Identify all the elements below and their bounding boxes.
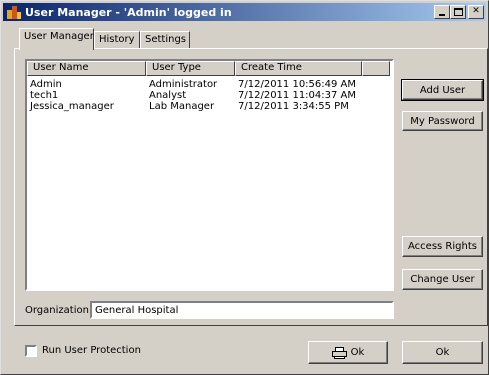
column-create-time[interactable]: Create Time (235, 61, 362, 76)
window-title: User Manager - 'Admin' logged in (25, 5, 232, 19)
print-ok-button[interactable]: Ok (308, 341, 388, 364)
cell-create-time: 7/12/2011 10:56:49 AM (238, 79, 357, 90)
organization-label: Organization: (25, 305, 93, 316)
close-button[interactable]: ✕ (468, 5, 484, 19)
close-icon: ✕ (472, 6, 480, 16)
user-manager-window: User Manager - 'Admin' logged in ✕ User … (0, 0, 489, 375)
organization-input[interactable] (90, 301, 394, 319)
title-bar[interactable]: User Manager - 'Admin' logged in ✕ (3, 3, 486, 21)
cell-user-type: Administrator (149, 79, 218, 90)
minimize-button[interactable] (434, 5, 450, 19)
printer-icon (331, 346, 347, 359)
access-rights-button[interactable]: Access Rights (402, 236, 483, 257)
cell-user-type: Lab Manager (149, 101, 215, 112)
maximize-button[interactable] (450, 5, 466, 19)
tab-history[interactable]: History (94, 31, 140, 49)
add-user-button[interactable]: Add User (401, 79, 484, 101)
my-password-button[interactable]: My Password (402, 111, 483, 131)
cell-user-name: Admin (30, 79, 62, 90)
tab-user-manager[interactable]: User Manager (19, 28, 94, 50)
app-bar-icon (6, 4, 22, 20)
cell-user-name: tech1 (30, 90, 59, 101)
ok-button[interactable]: Ok (402, 341, 483, 364)
maximize-icon (454, 8, 463, 16)
run-user-protection-checkbox[interactable] (25, 345, 37, 357)
cell-user-type: Analyst (149, 90, 187, 101)
list-header: User Name User Type Create Time (27, 61, 392, 76)
cell-create-time: 7/12/2011 11:04:37 AM (238, 90, 357, 101)
tab-settings[interactable]: Settings (140, 31, 190, 49)
users-list[interactable]: User Name User Type Create Time Admin Ad… (25, 59, 394, 291)
run-user-protection-label[interactable]: Run User Protection (42, 345, 141, 356)
cell-user-name: Jessica_manager (30, 101, 114, 112)
cell-create-time: 7/12/2011 3:34:55 PM (238, 101, 349, 112)
column-filler (362, 61, 390, 76)
minimize-icon (439, 14, 445, 16)
window-controls: ✕ (434, 5, 484, 19)
print-ok-label: Ok (350, 347, 365, 358)
change-user-button[interactable]: Change User (402, 269, 483, 290)
column-user-name[interactable]: User Name (27, 61, 146, 76)
column-user-type[interactable]: User Type (146, 61, 235, 76)
